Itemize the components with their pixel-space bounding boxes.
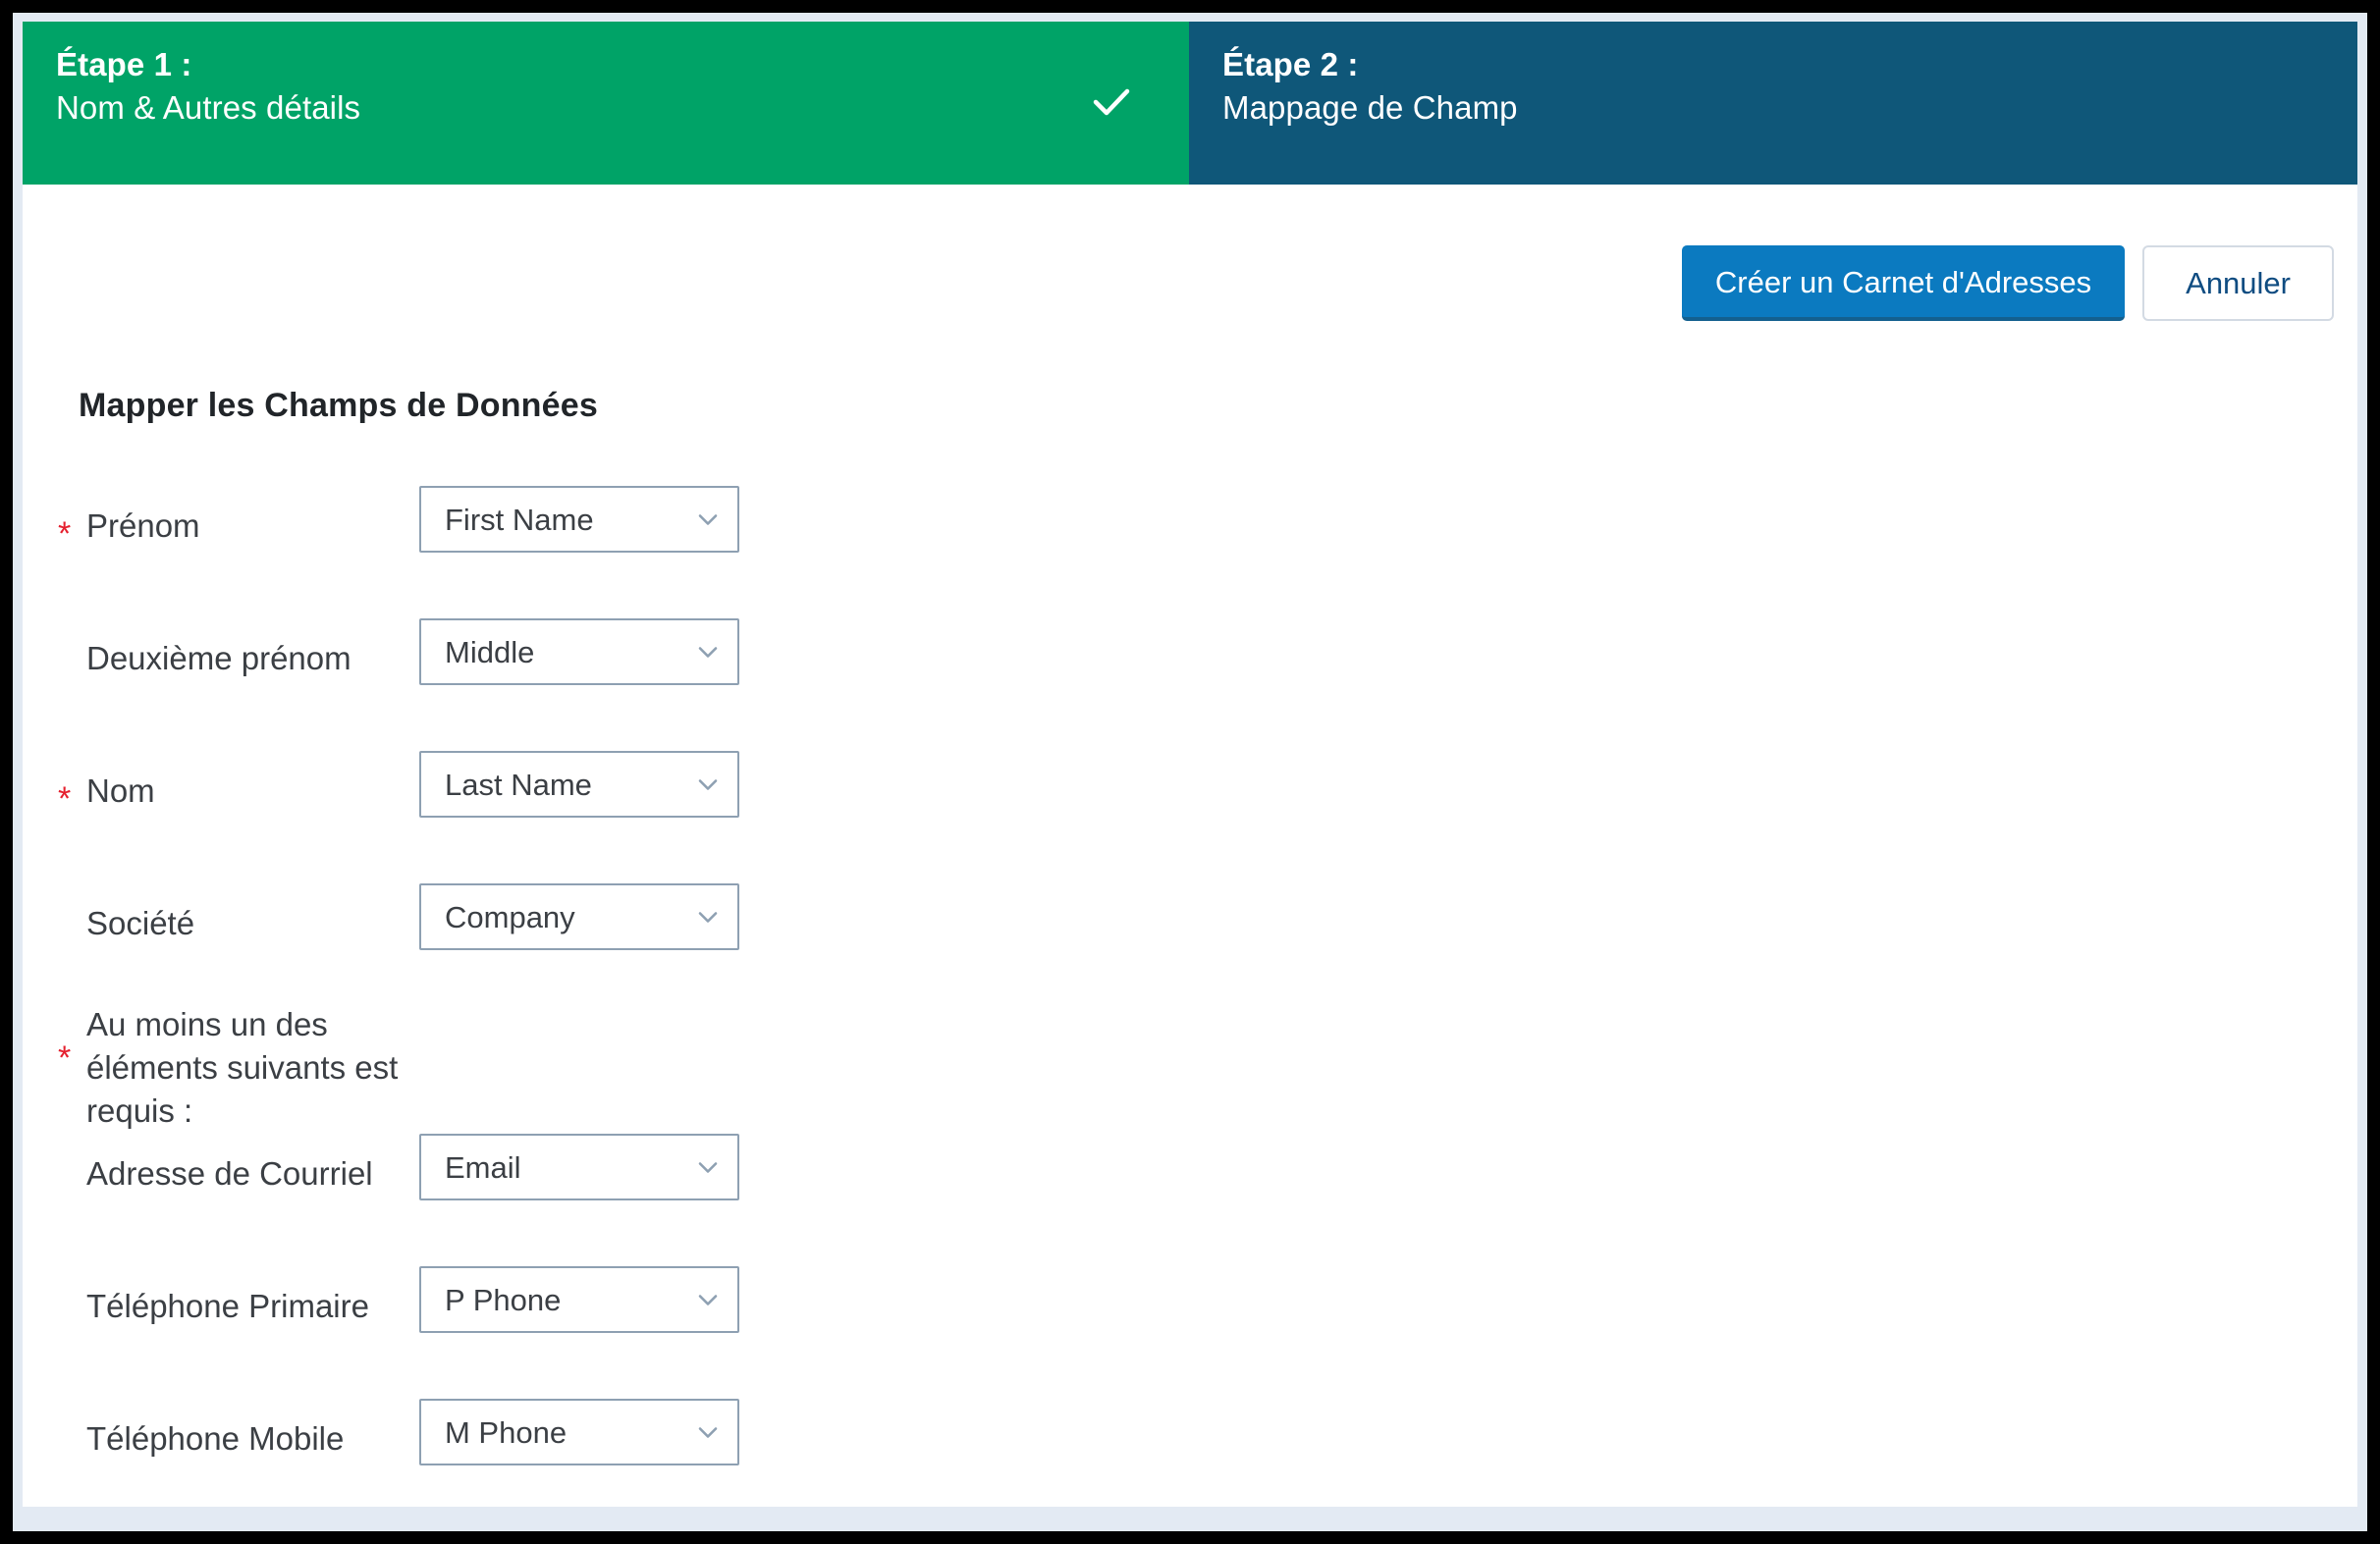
field-label: Téléphone Mobile [86,1420,345,1457]
mapping-row-email: Adresse de Courriel Email [23,1112,2357,1245]
required-asterisk: * [58,515,72,553]
address-book-wizard: Étape 1 : Nom & Autres détails Étape 2 :… [23,22,2357,1507]
mapping-row-last-name: * Nom Last Name [23,729,2357,862]
chevron-down-icon [698,1295,718,1305]
chevron-down-icon [698,1427,718,1438]
field-label: Adresse de Courriel [86,1155,373,1192]
select-value: Middle [445,634,535,669]
action-button-group: Créer un Carnet d'Adresses Annuler [1681,245,2334,321]
field-label: Deuxième prénom [86,640,352,676]
field-label: Prénom [86,507,200,544]
select-value: Email [445,1149,521,1185]
page-backdrop: Étape 1 : Nom & Autres détails Étape 2 :… [13,13,2367,1531]
mapping-row-primary-phone: Téléphone Primaire P Phone [23,1245,2357,1377]
step-1-number: Étape 1 : [56,46,192,82]
mobile-phone-select[interactable]: M Phone [419,1399,739,1465]
cancel-button[interactable]: Annuler [2142,245,2334,321]
primary-phone-select[interactable]: P Phone [419,1266,739,1333]
first-name-select[interactable]: First Name [419,486,739,553]
select-value: First Name [445,502,594,537]
check-icon [1093,88,1130,116]
form-section-title: Mapper les Champs de Données [79,387,598,424]
field-label: Société [86,905,195,941]
chevron-down-icon [698,912,718,923]
mapping-row-mobile-phone: Téléphone Mobile M Phone [23,1377,2357,1510]
select-value: M Phone [445,1414,568,1450]
select-value: Last Name [445,767,592,802]
mapping-row-middle-name: Deuxième prénom Middle [23,597,2357,729]
step-2-title: Mappage de Champ [1222,88,1518,126]
chevron-down-icon [698,779,718,790]
wizard-step-2[interactable]: Étape 2 : Mappage de Champ [1189,22,2357,185]
last-name-select[interactable]: Last Name [419,751,739,818]
middle-name-select[interactable]: Middle [419,618,739,685]
step-1-title: Nom & Autres détails [56,88,361,126]
at-least-one-required-note: * Au moins un des éléments suivants est … [23,994,2357,1129]
mapping-rows: * Prénom First Name Deuxième prénom Midd… [23,464,2357,1510]
chevron-down-icon [698,1162,718,1173]
chevron-down-icon [698,514,718,525]
create-address-book-button[interactable]: Créer un Carnet d'Adresses [1681,245,2126,321]
mapping-row-first-name: * Prénom First Name [23,464,2357,597]
action-bar: Créer un Carnet d'Adresses Annuler [23,185,2357,321]
screen-frame: Étape 1 : Nom & Autres détails Étape 2 :… [0,0,2380,1544]
wizard-step-header: Étape 1 : Nom & Autres détails Étape 2 :… [23,22,2357,185]
select-value: Company [445,899,575,934]
field-label: Téléphone Primaire [86,1288,369,1324]
required-asterisk: * [58,780,72,818]
field-label: Nom [86,772,155,809]
select-value: P Phone [445,1282,562,1317]
email-select[interactable]: Email [419,1134,739,1200]
required-asterisk: * [58,1039,72,1077]
chevron-down-icon [698,647,718,658]
step-2-number: Étape 2 : [1222,46,1359,82]
mapping-row-company: Société Company [23,862,2357,994]
wizard-step-1[interactable]: Étape 1 : Nom & Autres détails [23,22,1189,185]
company-select[interactable]: Company [419,883,739,950]
